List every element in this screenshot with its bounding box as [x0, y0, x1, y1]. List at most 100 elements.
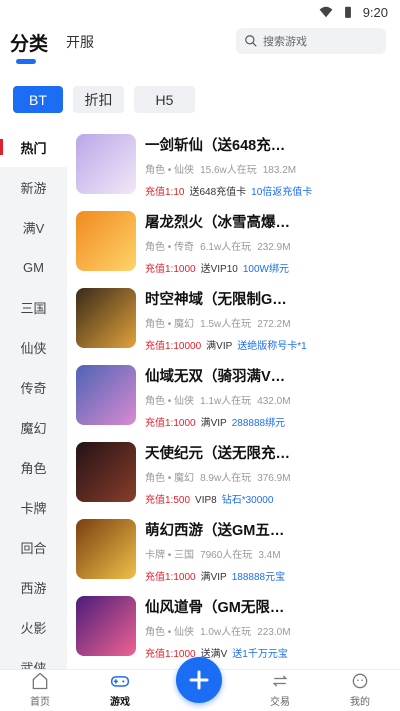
sidebar-item[interactable]: 仙侠	[0, 327, 67, 367]
game-genre: 卡牌 • 三国	[145, 550, 195, 561]
game-genre: 角色 • 魔幻	[145, 319, 195, 330]
game-tags: 充值1:500 VIP8 钻石*30000	[145, 491, 390, 506]
game-row[interactable]: 萌幻西游（送GM五… 卡牌 • 三国 7960人在玩 3.4M 充值1:1000 满VIP…	[76, 515, 390, 592]
platform-filter: BT 折扣 H5	[13, 86, 195, 113]
game-meta: 角色 • 传奇 6.1w人在玩 232.9M	[145, 238, 390, 253]
recharge-ratio: 充值1:10000	[145, 341, 202, 352]
recharge-ratio: 充值1:1000	[145, 572, 196, 583]
chip-h5[interactable]: H5	[134, 86, 195, 113]
sidebar-item[interactable]: 角色	[0, 447, 67, 487]
perk-tag: 满VIP	[206, 341, 233, 352]
game-tags: 充值1:1000 送VIP10 100W绑元	[145, 260, 390, 275]
game-icon[interactable]	[76, 442, 136, 502]
game-icon[interactable]	[76, 211, 136, 271]
perk-tag: VIP8	[195, 495, 217, 506]
game-genre: 角色 • 魔幻	[145, 473, 195, 484]
chip-bt[interactable]: BT	[13, 86, 63, 113]
top-bar: 分类 开服 搜索游戏	[0, 24, 400, 64]
sidebar-item[interactable]: 火影	[0, 607, 67, 647]
bonus-tag: 10倍返充值卡	[251, 187, 313, 198]
bonus-tag: 288888绑元	[231, 418, 286, 429]
game-row[interactable]: 屠龙烈火（冰雪高爆… 角色 • 传奇 6.1w人在玩 232.9M 充值1:1000 送V…	[76, 207, 390, 284]
nav-home-label: 首页	[30, 697, 50, 708]
bonus-tag: 钻石*30000	[221, 495, 274, 506]
sidebar-item[interactable]: 新游	[0, 167, 67, 207]
nav-games[interactable]: 游戏	[80, 670, 160, 711]
game-info: 天使纪元（送无限充… 角色 • 魔幻 8.9w人在玩 376.9M 充值1:500 VIP…	[145, 438, 390, 515]
nav-home[interactable]: 首页	[0, 670, 80, 711]
nav-trade-label: 交易	[270, 697, 290, 708]
game-size: 223.0M	[257, 627, 291, 638]
bonus-tag: 送1千万元宝	[232, 649, 288, 660]
game-players: 1.0w人在玩	[200, 627, 252, 638]
bonus-tag: 100W绑元	[242, 264, 289, 275]
game-icon[interactable]	[76, 596, 136, 656]
game-icon[interactable]	[76, 365, 136, 425]
game-players: 1.1w人在玩	[200, 396, 252, 407]
profile-icon	[352, 673, 368, 689]
game-genre: 角色 • 仙侠	[145, 396, 195, 407]
recharge-ratio: 充值1:1000	[145, 418, 196, 429]
home-icon	[32, 672, 48, 690]
sidebar-item[interactable]: 武侠	[0, 647, 67, 670]
game-tags: 充值1:1000 送满V 送1千万元宝	[145, 645, 390, 660]
sidebar-item[interactable]: 魔幻	[0, 407, 67, 447]
plus-icon	[189, 670, 209, 690]
sidebar-item[interactable]: 传奇	[0, 367, 67, 407]
game-title: 屠龙烈火（冰雪高爆…	[145, 215, 290, 231]
sidebar-item[interactable]: 西游	[0, 567, 67, 607]
tab-server[interactable]: 开服	[66, 32, 94, 52]
game-players: 7960人在玩	[200, 550, 253, 561]
game-meta: 角色 • 魔幻 8.9w人在玩 376.9M	[145, 469, 390, 484]
sidebar-item[interactable]: 卡牌	[0, 487, 67, 527]
bonus-tag: 188888元宝	[231, 572, 286, 583]
game-meta: 角色 • 仙侠 1.0w人在玩 223.0M	[145, 623, 390, 638]
trade-icon	[272, 675, 288, 687]
nav-games-label: 游戏	[110, 697, 130, 708]
sidebar-item[interactable]: 回合	[0, 527, 67, 567]
game-players: 8.9w人在玩	[200, 473, 252, 484]
sidebar-item[interactable]: 三国	[0, 287, 67, 327]
game-title: 仙风道骨（GM无限…	[145, 600, 285, 616]
recharge-ratio: 充值1:1000	[145, 264, 196, 275]
game-genre: 角色 • 仙侠	[145, 627, 195, 638]
game-icon[interactable]	[76, 519, 136, 579]
chip-discount[interactable]: 折扣	[73, 86, 124, 113]
sidebar-item[interactable]: 热门	[0, 127, 67, 167]
tab-category[interactable]: 分类	[10, 29, 48, 64]
sidebar-item[interactable]: GM	[0, 247, 67, 287]
game-row[interactable]: 仙风道骨（GM无限… 角色 • 仙侠 1.0w人在玩 223.0M 充值1:1000 送满…	[76, 592, 390, 669]
game-row[interactable]: 仙域无双（骑羽满V… 角色 • 仙侠 1.1w人在玩 432.0M 充值1:1000 满V…	[76, 361, 390, 438]
category-sidebar: 热门 新游 满V GM 三国 仙侠 传奇 魔幻 角色 卡牌 回合 西游 火影 武侠	[0, 127, 67, 669]
game-info: 时空神域（无限制G… 角色 • 魔幻 1.5w人在玩 272.2M 充值1:10000 满…	[145, 284, 390, 361]
game-info: 仙风道骨（GM无限… 角色 • 仙侠 1.0w人在玩 223.0M 充值1:1000 送满…	[145, 592, 390, 669]
recharge-ratio: 充值1:10	[145, 187, 185, 198]
gamepad-icon	[110, 676, 130, 687]
game-size: 232.9M	[257, 242, 291, 253]
game-tags: 充值1:10 送648充值卡 10倍返充值卡	[145, 183, 390, 198]
game-icon[interactable]	[76, 134, 136, 194]
add-button[interactable]	[176, 657, 222, 703]
perk-tag: 送648充值卡	[189, 187, 247, 198]
game-meta: 卡牌 • 三国 7960人在玩 3.4M	[145, 546, 390, 561]
nav-trade[interactable]: 交易	[240, 670, 320, 711]
game-info: 一剑斩仙（送648充… 角色 • 仙侠 15.6w人在玩 183.2M 充值1:10 送6…	[145, 130, 390, 207]
game-icon[interactable]	[76, 288, 136, 348]
game-tags: 充值1:10000 满VIP 送绝版称号卡*1	[145, 337, 390, 352]
game-genre: 角色 • 传奇	[145, 242, 195, 253]
game-meta: 角色 • 魔幻 1.5w人在玩 272.2M	[145, 315, 390, 330]
game-row[interactable]: 一剑斩仙（送648充… 角色 • 仙侠 15.6w人在玩 183.2M 充值1:10 送6…	[76, 130, 390, 207]
game-info: 萌幻西游（送GM五… 卡牌 • 三国 7960人在玩 3.4M 充值1:1000 满VIP…	[145, 515, 390, 592]
game-title: 天使纪元（送无限充…	[145, 446, 290, 462]
search-input[interactable]: 搜索游戏	[236, 28, 386, 54]
sidebar-item[interactable]: 满V	[0, 207, 67, 247]
perk-tag: 满VIP	[200, 572, 227, 583]
game-title: 仙域无双（骑羽满V…	[145, 369, 286, 385]
game-row[interactable]: 天使纪元（送无限充… 角色 • 魔幻 8.9w人在玩 376.9M 充值1:500 VIP…	[76, 438, 390, 515]
perk-tag: 送VIP10	[200, 264, 238, 275]
game-meta: 角色 • 仙侠 1.1w人在玩 432.0M	[145, 392, 390, 407]
nav-mine[interactable]: 我的	[320, 670, 400, 711]
game-row[interactable]: 时空神域（无限制G… 角色 • 魔幻 1.5w人在玩 272.2M 充值1:10000 满…	[76, 284, 390, 361]
game-size: 376.9M	[257, 473, 291, 484]
game-genre: 角色 • 仙侠	[145, 165, 195, 176]
